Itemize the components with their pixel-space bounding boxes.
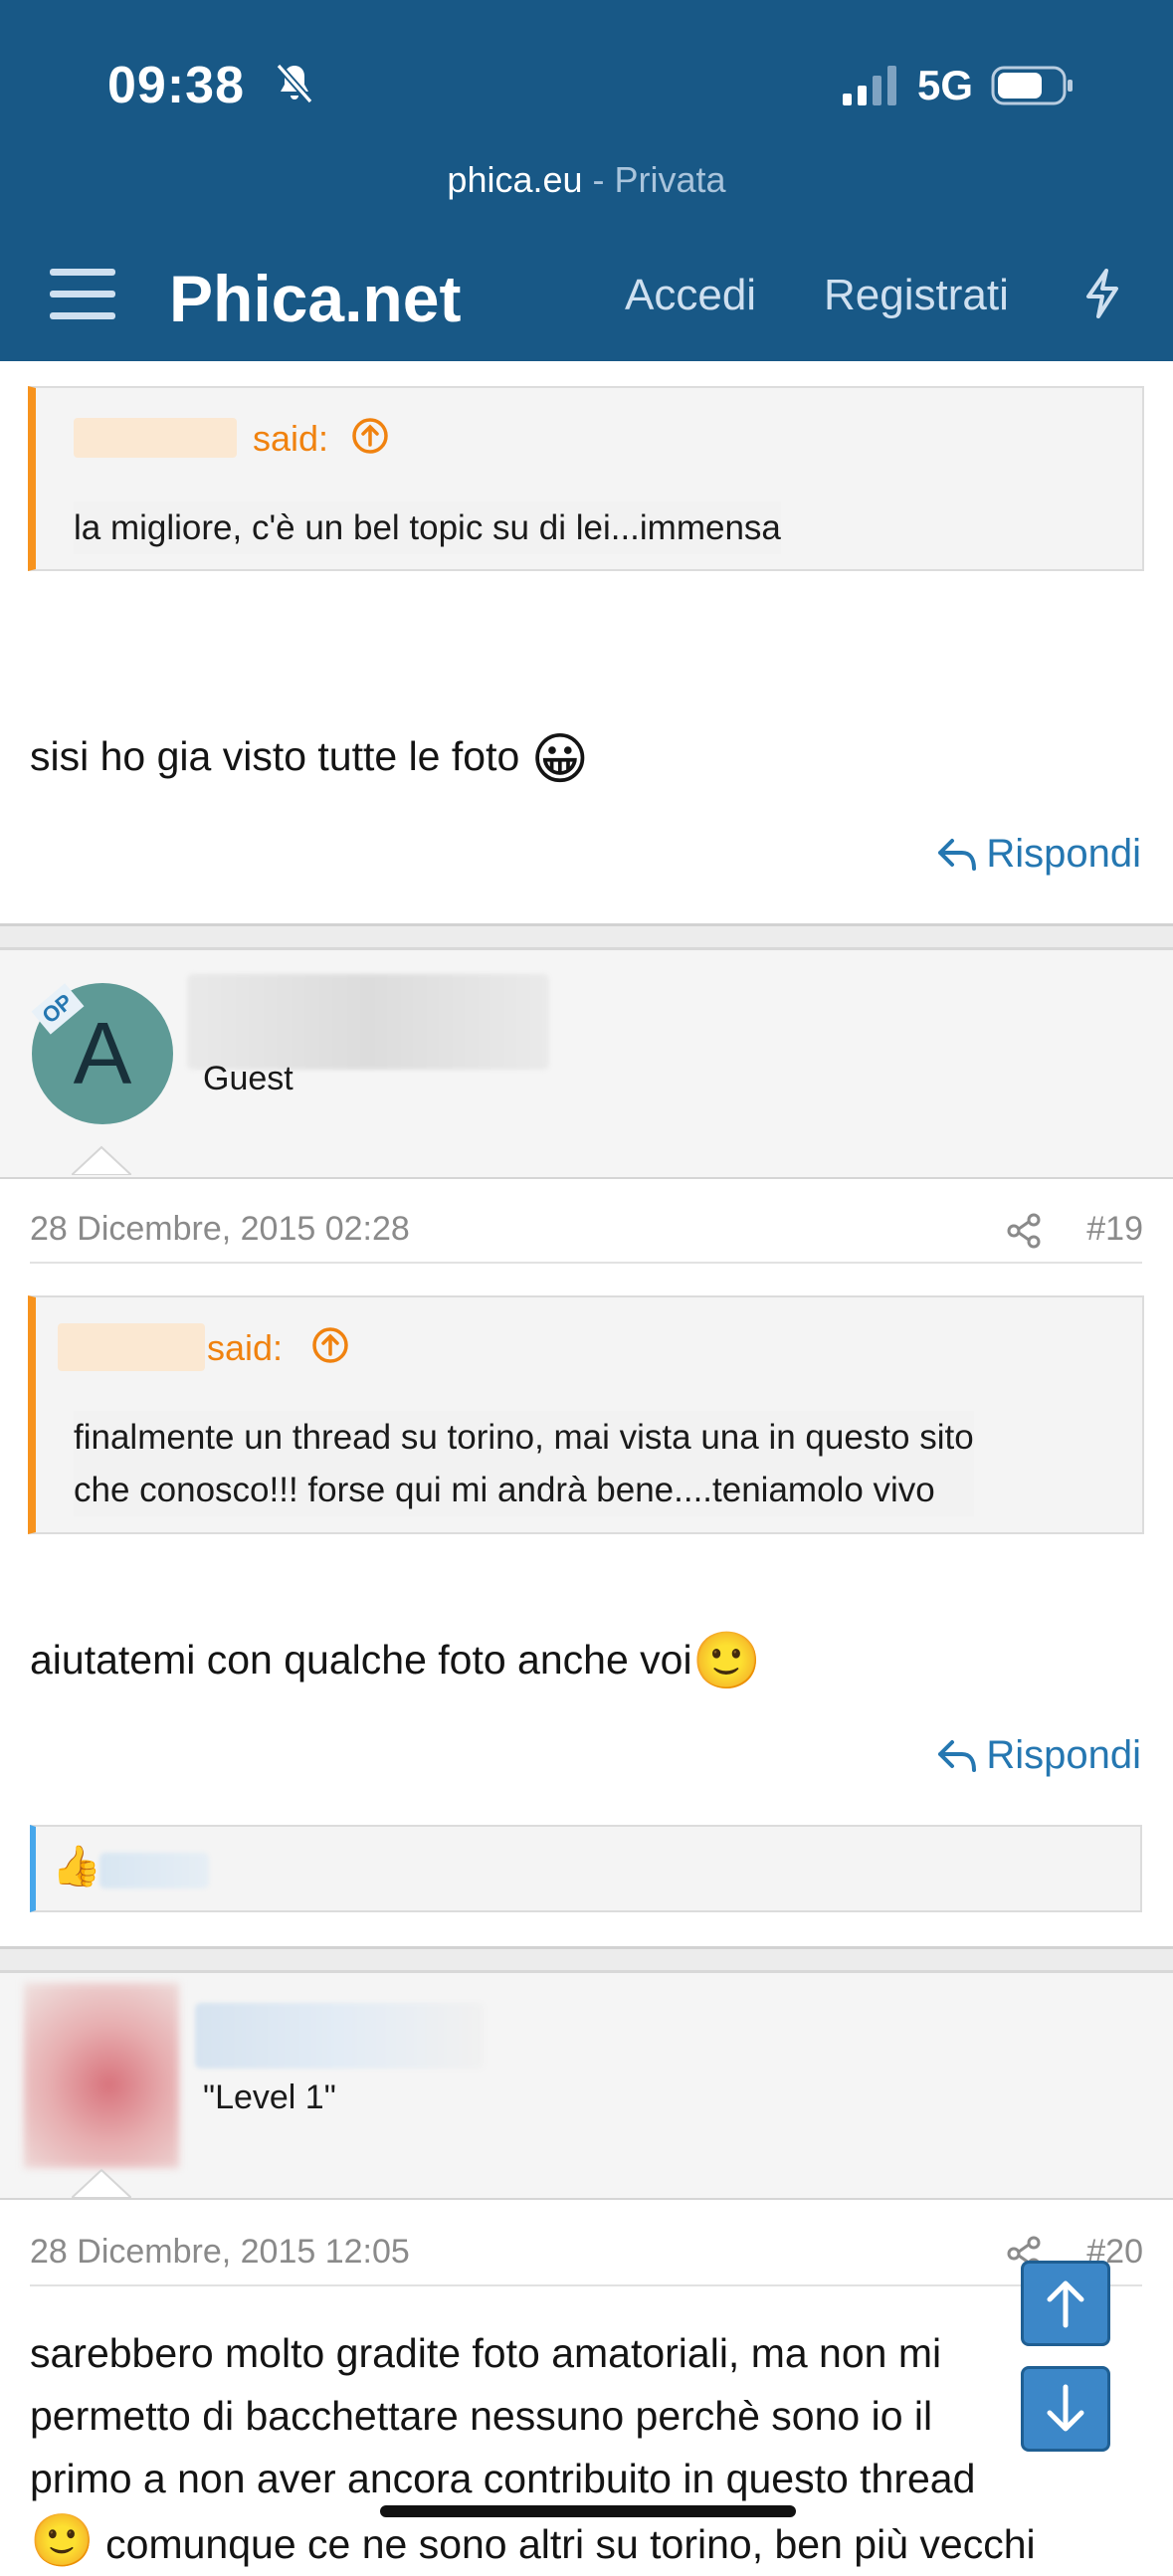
battery-icon bbox=[991, 66, 1073, 105]
post-line: permetto di bacchettare nessuno perchè s… bbox=[30, 2393, 933, 2439]
avatar[interactable] bbox=[24, 1983, 179, 2168]
post-line: sarebbero molto gradite foto amatoriali,… bbox=[30, 2330, 942, 2376]
post-separator bbox=[0, 1946, 1173, 1973]
arrow-circle-up-icon[interactable] bbox=[350, 416, 390, 456]
post-body: sisi ho gia visto tutte le foto 😀 bbox=[30, 726, 589, 792]
quote-said-label: said: bbox=[207, 1327, 284, 1368]
divider bbox=[30, 1262, 1142, 1264]
post-text: sisi ho gia visto tutte le foto bbox=[30, 733, 520, 779]
reply-button[interactable]: Rispondi bbox=[936, 832, 1141, 877]
quoted-username-redacted bbox=[74, 418, 237, 458]
speech-caret bbox=[72, 2168, 131, 2198]
quote-text: la migliore, c'è un bel topic su di lei.… bbox=[74, 501, 781, 554]
reply-arrow-icon bbox=[938, 1739, 977, 1772]
post-date[interactable]: 28 Dicembre, 2015 02:28 bbox=[30, 1210, 410, 1249]
quoted-username-redacted bbox=[58, 1323, 205, 1371]
post-author-bar: A OP Guest bbox=[0, 947, 1173, 1179]
arrow-circle-up-icon[interactable] bbox=[310, 1325, 350, 1365]
url-bar[interactable]: phica.eu - Privata bbox=[0, 159, 1173, 201]
register-link[interactable]: Registrati bbox=[824, 271, 1009, 320]
post-body: aiutatemi con qualche foto anche voi🙂 bbox=[30, 1628, 761, 1693]
username-blurred[interactable] bbox=[187, 974, 549, 1070]
post-text: aiutatemi con qualche foto anche voi bbox=[30, 1637, 692, 1683]
quote-said-label: said: bbox=[253, 418, 329, 459]
reply-label: Rispondi bbox=[986, 832, 1141, 876]
avatar-letter: A bbox=[73, 1004, 132, 1102]
post-body: sarebbero molto gradite foto amatoriali,… bbox=[30, 2322, 1154, 2576]
reply-label: Rispondi bbox=[986, 1733, 1141, 1777]
quote-text: finalmente un thread su torino, mai vist… bbox=[74, 1411, 974, 1516]
bolt-icon[interactable] bbox=[1080, 269, 1124, 318]
app-header: 09:38 5G phica.eu - Privata Phica.net Ac… bbox=[0, 0, 1173, 361]
network-type: 5G bbox=[917, 62, 974, 108]
reply-arrow-icon bbox=[938, 838, 977, 871]
like-emoji: 👍 bbox=[52, 1845, 101, 1888]
home-indicator bbox=[380, 2505, 796, 2517]
bell-slash-icon bbox=[276, 63, 313, 104]
quote-line: che conosco!!! forse qui mi andrà bene..… bbox=[74, 1471, 935, 1509]
post-author-bar: "Level 1" bbox=[0, 1970, 1173, 2200]
signal-icon bbox=[843, 66, 896, 105]
quote-line: finalmente un thread su torino, mai vist… bbox=[74, 1418, 974, 1457]
divider bbox=[30, 2284, 1142, 2286]
post-line-with-emoji: 🙂 comunque ce ne sono altri su torino, b… bbox=[30, 2510, 1154, 2576]
login-link[interactable]: Accedi bbox=[625, 271, 756, 320]
reply-button[interactable]: Rispondi bbox=[936, 1733, 1141, 1778]
scroll-down-icon bbox=[1047, 2384, 1084, 2432]
status-time: 09:38 bbox=[107, 57, 245, 114]
post-date[interactable]: 28 Dicembre, 2015 12:05 bbox=[30, 2233, 410, 2272]
reactor-names-blurred[interactable] bbox=[99, 1853, 209, 1888]
grin-emoji: 😀 bbox=[530, 727, 590, 790]
quote-block: said: finalmente un thread su torino, ma… bbox=[28, 1295, 1144, 1534]
scroll-down-button[interactable] bbox=[1021, 2366, 1110, 2452]
site-logo[interactable]: Phica.net bbox=[169, 261, 461, 336]
smile-emoji: 🙂 bbox=[691, 1629, 762, 1691]
user-title: Guest bbox=[203, 1060, 293, 1097]
post-line: primo a non aver ancora contribuito in q… bbox=[30, 2456, 976, 2501]
url-host: phica.eu bbox=[447, 159, 583, 200]
reactions-bar[interactable]: 👍 bbox=[30, 1825, 1142, 1912]
hamburger-menu-icon[interactable] bbox=[50, 267, 115, 322]
speech-caret bbox=[72, 1145, 131, 1175]
quote-block: said: la migliore, c'è un bel topic su d… bbox=[28, 386, 1144, 571]
post-number[interactable]: #19 bbox=[1086, 1210, 1143, 1249]
post-separator bbox=[0, 923, 1173, 950]
post-line: comunque ce ne sono altri su torino, ben… bbox=[105, 2521, 1036, 2567]
private-mode-label: - Privata bbox=[582, 159, 726, 200]
user-title: "Level 1" bbox=[203, 2079, 336, 2116]
scroll-up-icon bbox=[1047, 2280, 1084, 2328]
share-icon[interactable] bbox=[1005, 1212, 1043, 1250]
username-blurred[interactable] bbox=[195, 2003, 484, 2069]
smile-emoji: 🙂 bbox=[30, 2512, 95, 2570]
scroll-up-button[interactable] bbox=[1021, 2261, 1110, 2346]
